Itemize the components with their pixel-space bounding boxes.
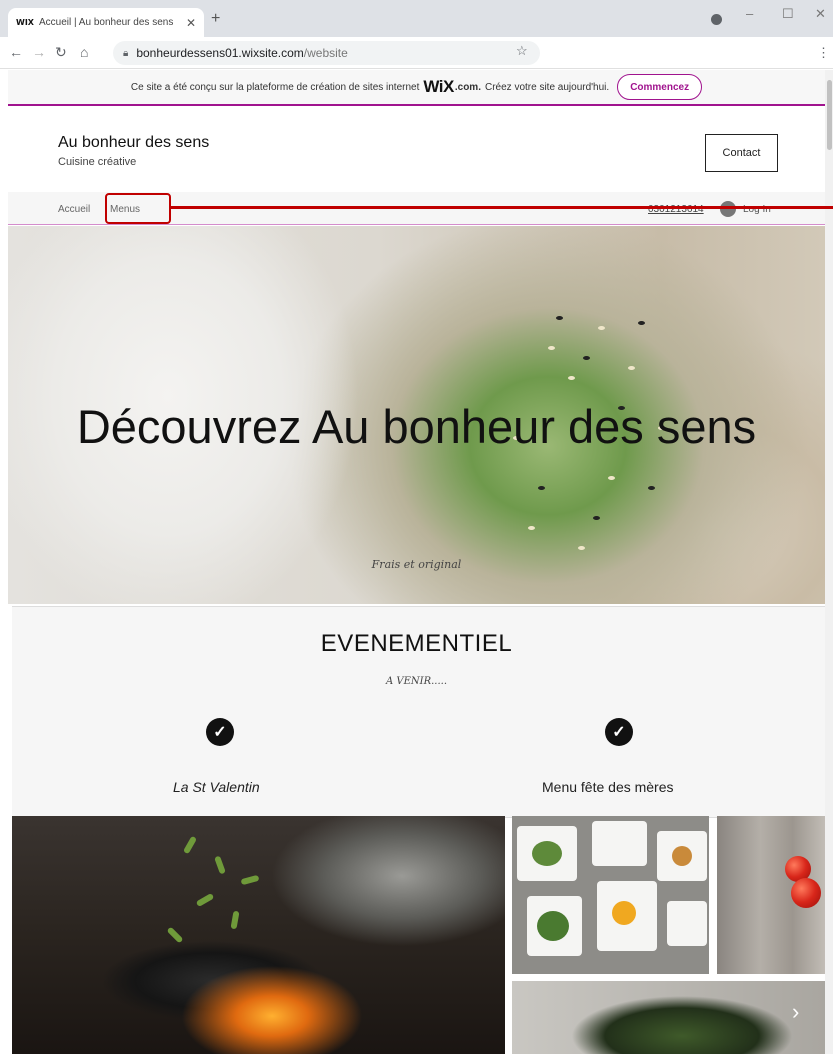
profile-icon[interactable]	[711, 14, 722, 25]
events-subtitle: A VENIR.....	[385, 676, 448, 687]
banner-cta-text: Créez votre site aujourd'hui.	[484, 81, 610, 93]
wix-promo-banner: Ce site a été conçu sur la plateforme de…	[8, 70, 825, 106]
site-tagline: Cuisine créative	[58, 156, 137, 168]
new-tab-button[interactable]: +	[211, 10, 220, 28]
url-path: /website	[303, 46, 348, 60]
menu-item-accueil[interactable]: Accueil	[58, 204, 90, 215]
hero-banner: Découvrez Au bonheur des sens Frais et o…	[8, 226, 825, 604]
reload-icon[interactable]: ↻	[55, 44, 67, 61]
gallery-image-tomatoes[interactable]	[717, 816, 825, 974]
annotation-pointer-line	[171, 206, 833, 209]
close-window-button[interactable]: ✕	[815, 6, 826, 22]
wix-favicon-icon: WIX	[16, 18, 34, 27]
back-arrow-icon[interactable]: ←	[9, 44, 23, 60]
maximize-button[interactable]: ☐	[782, 6, 794, 22]
tab-title: Accueil | Au bonheur des sens	[38, 17, 174, 28]
banner-text: Ce site a été conçu sur la plateforme de…	[130, 81, 420, 93]
annotation-highlight-box	[105, 193, 171, 224]
address-bar[interactable]: 🔒︎ bonheurdessens01.wixsite.com/website	[113, 41, 540, 65]
contact-button[interactable]: Contact	[705, 134, 778, 172]
gallery-image-seaweed[interactable]: ›	[512, 981, 825, 1054]
chevron-right-icon[interactable]: ›	[792, 999, 799, 1025]
hero-title: Découvrez Au bonheur des sens	[76, 400, 757, 453]
tab-close-icon[interactable]: ✕	[186, 16, 196, 30]
check-icon: ✓	[206, 718, 234, 746]
event-label-fete-des-meres: Menu fête des mères	[542, 779, 674, 795]
gallery-image-plates[interactable]	[512, 816, 709, 974]
home-icon[interactable]: ⌂	[80, 44, 88, 60]
commencez-button[interactable]: Commencez	[617, 74, 703, 100]
menu-kebab-icon[interactable]: ⋮	[817, 45, 830, 61]
minimize-button[interactable]: –	[746, 6, 753, 21]
check-icon: ✓	[605, 718, 633, 746]
browser-tab-bar: WIX Accueil | Au bonheur des sens ✕ + – …	[0, 0, 833, 37]
wix-logo[interactable]: WiX	[423, 77, 454, 97]
url-host: bonheurdessens01.wixsite.com	[136, 46, 304, 60]
scrollbar-thumb[interactable]	[827, 80, 832, 150]
lock-icon: 🔒︎	[123, 47, 129, 59]
bookmark-star-icon[interactable]: ☆	[516, 43, 528, 59]
browser-toolbar: ← → ↻ ⌂ 🔒︎ bonheurdessens01.wixsite.com /…	[0, 37, 833, 69]
site-title[interactable]: Au bonheur des sens	[58, 134, 209, 152]
user-avatar-icon[interactable]	[720, 201, 736, 217]
event-label-st-valentin: La St Valentin	[173, 779, 260, 795]
forward-arrow-icon[interactable]: →	[32, 44, 46, 60]
gallery-image-cooking[interactable]	[12, 816, 505, 1054]
browser-tab[interactable]: WIX Accueil | Au bonheur des sens ✕	[8, 8, 204, 37]
scrollbar-track[interactable]	[825, 70, 833, 1054]
hero-subtitle: Frais et original	[371, 558, 462, 571]
banner-dotcom: .com.	[454, 81, 481, 93]
events-title: EVENEMENTIEL	[320, 630, 513, 657]
